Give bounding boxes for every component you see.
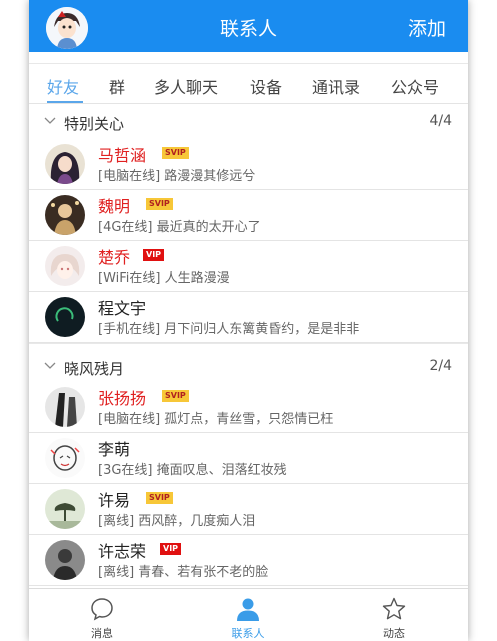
contact-avatar: [45, 438, 85, 478]
contact-avatar: [45, 195, 85, 235]
contact-row[interactable]: 李萌 [3G在线] 掩面叹息、泪落红妆残: [29, 433, 468, 484]
tab-public-accounts[interactable]: 公众号: [391, 74, 439, 98]
contact-row[interactable]: 许志荣 VIP [离线] 青春、若有张不老的脸: [29, 535, 468, 586]
contact-status: [电脑在线] 孤灯点，青丝雪，只怨情已枉: [98, 412, 334, 427]
contact-avatar: [45, 297, 85, 337]
svip-badge: SVIP: [146, 492, 173, 504]
contact-row[interactable]: 许易 SVIP [离线] 西风醉，几度痴人泪: [29, 484, 468, 535]
group-header-special-care[interactable]: 特别关心 4/4: [29, 104, 468, 140]
vip-badge: VIP: [160, 543, 182, 555]
contact-name: 魏明: [98, 197, 131, 216]
contact-status: [离线] 西风醉，几度痴人泪: [98, 514, 256, 529]
active-tab-indicator: [47, 101, 83, 103]
svip-badge: SVIP: [162, 390, 189, 402]
contact-status: [WiFi在线] 人生路漫漫: [98, 271, 230, 286]
svip-badge: SVIP: [146, 198, 173, 210]
contact-name: 许志荣: [98, 542, 147, 561]
contact-avatar: [45, 144, 85, 184]
nav-label: 动态: [383, 627, 405, 640]
tab-friends[interactable]: 好友: [47, 74, 79, 98]
contact-row[interactable]: 张扬扬 SVIP [电脑在线] 孤灯点，青丝雪，只怨情已枉: [29, 382, 468, 433]
contact-status: [手机在线] 月下问归人东篱黄昏约，是是非非: [98, 322, 360, 337]
group-header-xiaofeng[interactable]: 晓风残月 2/4: [29, 349, 468, 385]
contact-name: 张扬扬: [98, 389, 147, 408]
group-count: 4/4: [429, 113, 452, 129]
tab-multi-chat[interactable]: 多人聊天: [154, 74, 218, 98]
nav-moments[interactable]: 动态: [321, 589, 467, 641]
contact-status: [4G在线] 最近真的太开心了: [98, 220, 261, 235]
star-icon: [382, 597, 406, 620]
contact-avatar: [45, 387, 85, 427]
contact-row[interactable]: 程文宇 [手机在线] 月下问归人东篱黄昏约，是是非非: [29, 292, 468, 343]
contact-avatar: [45, 246, 85, 286]
contact-name: 李萌: [98, 440, 131, 459]
contact-row[interactable]: 马哲涵 SVIP [电脑在线] 路漫漫其修远兮: [29, 139, 468, 190]
nav-contacts[interactable]: 联系人: [175, 589, 321, 641]
contact-name: 楚乔: [98, 248, 131, 267]
tab-address-book[interactable]: 通讯录: [312, 74, 360, 98]
add-button[interactable]: 添加: [408, 14, 446, 41]
svip-badge: SVIP: [162, 147, 189, 159]
contact-status: [电脑在线] 路漫漫其修远兮: [98, 169, 256, 184]
page-title: 联系人: [219, 18, 277, 40]
contact-name: 程文宇: [98, 299, 147, 318]
chevron-down-icon: [44, 117, 56, 124]
nav-label: 联系人: [231, 627, 265, 640]
group-count: 2/4: [429, 358, 452, 374]
phone-frame: 联系人 添加 好友 群 多人聊天 设备 通讯录 公众号 特别关心 4/4 马哲涵…: [29, 0, 468, 641]
chat-bubble-icon: [91, 598, 113, 621]
contact-name: 马哲涵: [98, 146, 147, 165]
group-name: 晓风残月: [64, 360, 125, 378]
header-spacer: [29, 52, 468, 64]
vip-badge: VIP: [143, 249, 165, 261]
contact-tabs: 好友 群 多人聊天 设备 通讯录 公众号: [29, 64, 468, 104]
user-avatar[interactable]: [46, 7, 88, 49]
app-header: 联系人 添加: [29, 0, 468, 52]
person-icon: [237, 598, 259, 621]
group-name: 特别关心: [64, 115, 125, 133]
contact-avatar: [45, 540, 85, 580]
contact-status: [3G在线] 掩面叹息、泪落红妆残: [98, 463, 287, 478]
tab-devices[interactable]: 设备: [250, 74, 282, 98]
contact-name: 许易: [98, 491, 131, 510]
contact-row[interactable]: 楚乔 VIP [WiFi在线] 人生路漫漫: [29, 241, 468, 292]
chevron-down-icon: [44, 362, 56, 369]
bottom-nav: 消息 联系人 动态: [29, 588, 468, 641]
tab-groups[interactable]: 群: [109, 74, 125, 98]
nav-messages[interactable]: 消息: [29, 589, 175, 641]
nav-label: 消息: [91, 627, 113, 640]
contact-row[interactable]: 魏明 SVIP [4G在线] 最近真的太开心了: [29, 190, 468, 241]
contact-avatar: [45, 489, 85, 529]
contact-status: [离线] 青春、若有张不老的脸: [98, 565, 269, 580]
